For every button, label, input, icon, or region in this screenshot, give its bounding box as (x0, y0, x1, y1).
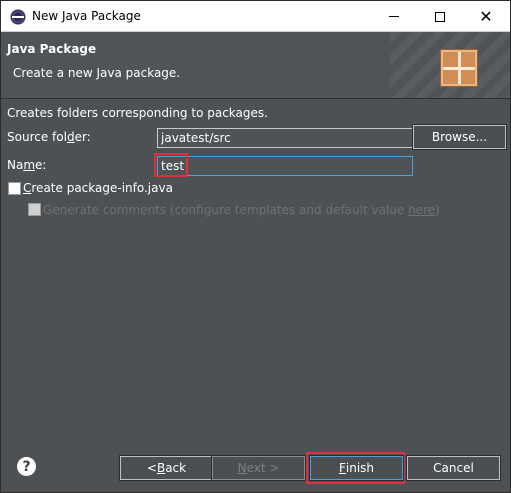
button-bar: ? < Back Next > Finish Cancel (1, 440, 510, 493)
close-icon: ✕ (479, 6, 493, 26)
minimize-button[interactable] (371, 1, 417, 32)
source-folder-input[interactable] (157, 128, 413, 148)
create-package-info-label[interactable]: Create package-info.java (23, 181, 173, 195)
generate-comments-label: Generate comments (configure templates a… (43, 203, 440, 217)
generate-comments-checkbox (28, 203, 41, 216)
banner-title: Java Package (7, 42, 97, 56)
back-button[interactable]: < Back (119, 455, 214, 481)
cancel-button[interactable]: Cancel (406, 455, 501, 481)
name-label: Name: (7, 158, 47, 172)
create-package-info-checkbox[interactable] (8, 182, 21, 195)
eclipse-icon (10, 9, 26, 25)
window-title: New Java Package (32, 9, 141, 23)
generate-comments-text: Generate comments (configure templates a… (43, 203, 409, 217)
maximize-icon (435, 11, 445, 22)
banner-description: Create a new Java package. (13, 66, 181, 80)
maximize-button[interactable] (417, 1, 463, 32)
name-input[interactable] (157, 156, 413, 176)
minimize-icon (389, 16, 399, 17)
name-highlight-box (154, 153, 188, 177)
package-wizard-icon (440, 49, 478, 87)
source-folder-label: Source folder: (7, 130, 91, 144)
generate-comments-suffix: ) (435, 203, 440, 217)
wizard-banner: Java Package Create a new Java package. (1, 32, 510, 99)
wizard-content: Creates folders corresponding to package… (1, 100, 510, 440)
next-button: Next > (211, 455, 306, 481)
form-description: Creates folders corresponding to package… (7, 106, 268, 120)
browse-button[interactable]: Browse... (412, 124, 507, 150)
finish-button[interactable]: Finish (309, 455, 404, 481)
close-button[interactable]: ✕ (463, 1, 509, 32)
help-icon[interactable]: ? (17, 457, 36, 476)
title-bar: New Java Package ✕ (1, 1, 510, 32)
new-java-package-dialog: New Java Package ✕ Java Package Create a… (0, 0, 511, 493)
here-link: here (408, 203, 436, 217)
